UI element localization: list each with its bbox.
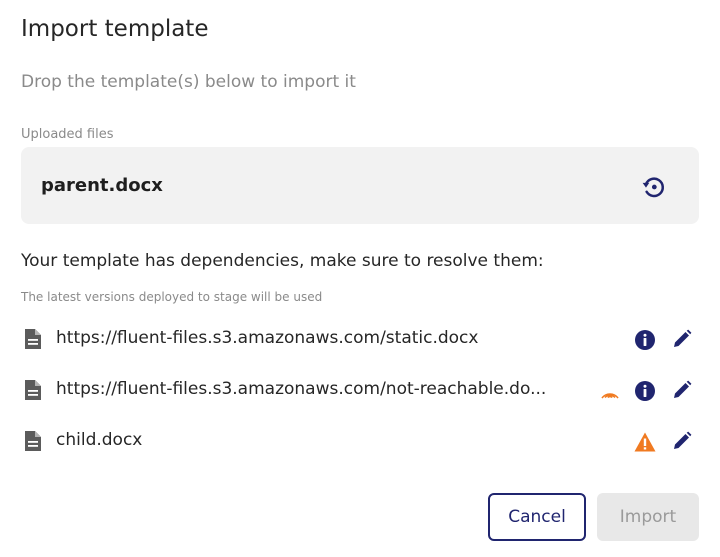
dependency-name: https://fluent-files.s3.amazonaws.com/st… — [56, 328, 479, 348]
document-icon — [25, 431, 41, 451]
dependency-row: https://fluent-files.s3.amazonaws.com/no… — [21, 374, 701, 406]
restore-icon[interactable] — [641, 174, 667, 200]
dependency-name: child.docx — [56, 430, 143, 450]
dialog-subtitle: Drop the template(s) below to import it — [21, 72, 356, 92]
edit-icon[interactable] — [672, 380, 692, 400]
dependencies-message: Your template has dependencies, make sur… — [21, 251, 544, 271]
document-icon — [25, 380, 41, 400]
cancel-button[interactable]: Cancel — [488, 493, 586, 541]
loading-spinner-icon — [601, 393, 619, 399]
dependency-row: https://fluent-files.s3.amazonaws.com/st… — [21, 323, 701, 355]
document-icon — [25, 329, 41, 349]
import-button[interactable]: Import — [597, 493, 699, 541]
dependency-row: child.docx — [21, 425, 701, 457]
warning-icon[interactable] — [634, 431, 656, 453]
uploaded-files-label: Uploaded files — [21, 127, 114, 142]
dependency-name: https://fluent-files.s3.amazonaws.com/no… — [56, 379, 547, 399]
dialog-title: Import template — [21, 16, 209, 42]
edit-icon[interactable] — [672, 329, 692, 349]
info-icon[interactable] — [634, 329, 656, 351]
uploaded-file-name: parent.docx — [41, 175, 163, 196]
info-icon[interactable] — [634, 380, 656, 402]
uploaded-file-card: parent.docx — [21, 147, 699, 224]
edit-icon[interactable] — [672, 431, 692, 451]
dependencies-note: The latest versions deployed to stage wi… — [21, 290, 323, 304]
